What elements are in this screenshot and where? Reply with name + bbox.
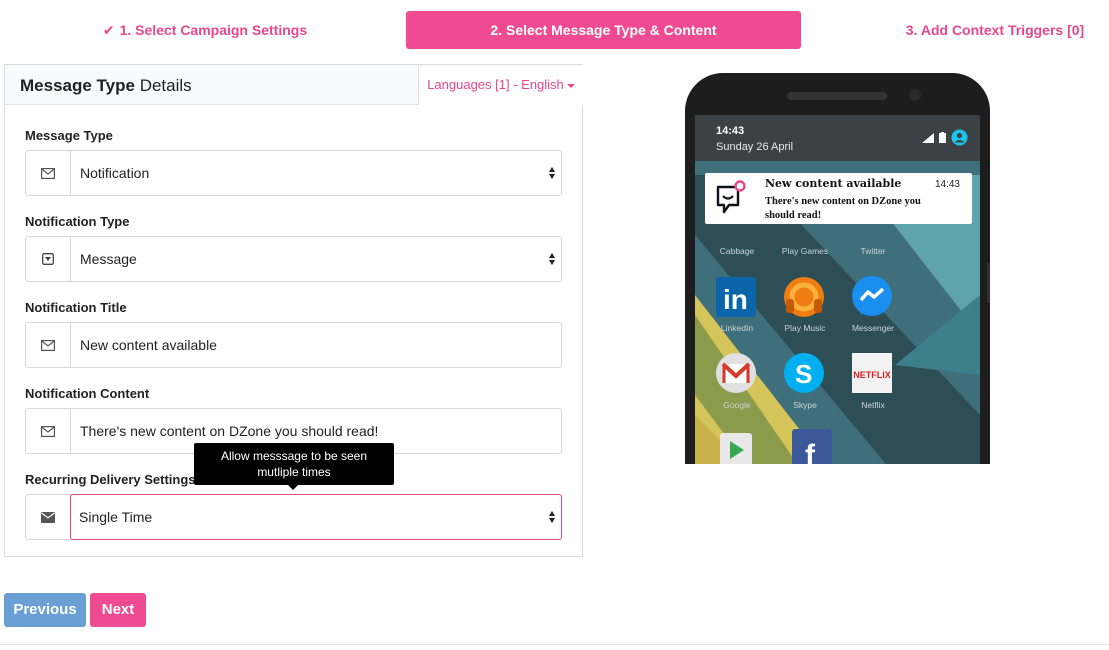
notification-type-select[interactable]: Message: [25, 236, 562, 282]
messenger-label: Messenger: [851, 323, 895, 333]
status-icons: [922, 129, 968, 146]
notification-title-input[interactable]: New content available: [25, 322, 562, 368]
facebook-icon[interactable]: f: [792, 429, 836, 464]
netflix-icon[interactable]: NETFLIX: [850, 351, 894, 395]
notification-type-value: Message: [80, 251, 137, 267]
envelope-icon: [26, 151, 71, 195]
notification-title: New content available: [765, 177, 902, 190]
envelope-filled-icon: [26, 495, 71, 539]
recurring-delivery-label: Recurring Delivery Settings: [25, 472, 196, 487]
play-store-icon[interactable]: [714, 425, 758, 464]
notification-body: There's new content on DZone you should …: [765, 196, 921, 221]
play-games-label: Play Games: [781, 246, 829, 256]
message-type-value: Notification: [80, 165, 150, 181]
message-type-select[interactable]: Notification: [25, 150, 562, 196]
svg-text:in: in: [723, 284, 748, 315]
phone-screen: Cabbage Play Games Twitter in LinkedIn P…: [695, 115, 980, 464]
panel-header: Message Type Details: [5, 65, 418, 105]
phone-side-button: [987, 263, 990, 303]
dropdown-box-icon: [26, 237, 71, 281]
phone-status-bar: 14:43 Sunday 26 April: [695, 115, 980, 161]
notification-title-value: New content available: [80, 337, 217, 353]
account-icon: [951, 129, 968, 146]
languages-label: Languages [1] - English: [427, 77, 564, 92]
select-arrows-icon: [549, 510, 556, 524]
phone-camera: [909, 89, 921, 101]
panel-title: Message Type Details: [20, 76, 192, 96]
select-arrows-icon: [549, 166, 556, 180]
phone-speaker: [787, 92, 887, 100]
step-2-label: 2. Select Message Type & Content: [490, 22, 717, 38]
message-type-label: Message Type: [25, 128, 113, 143]
next-button[interactable]: Next: [90, 593, 146, 627]
recurring-tooltip: Allow messsage to be seen mutliple times: [194, 443, 394, 490]
notification-type-label: Notification Type: [25, 214, 130, 229]
caret-down-icon: [566, 83, 575, 88]
cabbage-label: Cabbage: [719, 246, 755, 256]
step-add-context-triggers[interactable]: 3. Add Context Triggers [0]: [900, 11, 1090, 49]
google-label: Google: [723, 400, 751, 410]
wizard-steps: ✔ 1. Select Campaign Settings 2. Select M…: [0, 11, 1109, 49]
signal-icon: [922, 132, 934, 143]
skype-label: Skype: [793, 400, 817, 410]
skype-icon[interactable]: S: [782, 351, 826, 395]
twitter-label: Twitter: [860, 246, 886, 256]
step-select-campaign-settings[interactable]: ✔ 1. Select Campaign Settings: [100, 11, 310, 49]
tooltip-line-2: mutliple times: [257, 465, 331, 479]
notification-content-label: Notification Content: [25, 386, 150, 401]
recurring-delivery-select[interactable]: Single Time: [70, 494, 562, 540]
linkedin-icon[interactable]: in: [714, 275, 758, 319]
netflix-logo-text: NETFLIX: [853, 370, 891, 380]
status-date: Sunday 26 April: [716, 141, 794, 153]
check-icon: ✔: [102, 22, 115, 38]
dzone-chat-icon: [715, 179, 749, 222]
status-time: 14:43: [716, 125, 745, 137]
phone-preview: Cabbage Play Games Twitter in LinkedIn P…: [685, 73, 990, 464]
messenger-icon[interactable]: [850, 275, 894, 319]
envelope-icon: [26, 323, 71, 367]
netflix-label: Netflix: [861, 400, 885, 410]
bottom-divider: [0, 644, 1109, 645]
recurring-delivery-value: Single Time: [79, 509, 153, 525]
play-music-label: Play Music: [784, 323, 826, 333]
previous-button[interactable]: Previous: [4, 593, 86, 627]
play-music-icon[interactable]: [782, 275, 826, 319]
tooltip-line-1: Allow messsage to be seen: [220, 449, 368, 463]
phone-body: Cabbage Play Games Twitter in LinkedIn P…: [685, 73, 990, 464]
svg-text:S: S: [795, 359, 812, 389]
step-3-label: 3. Add Context Triggers [0]: [905, 22, 1085, 38]
notification-title-label: Notification Title: [25, 300, 127, 315]
panel-title-bold: Message Type: [20, 76, 135, 95]
svg-text:f: f: [805, 439, 816, 464]
step-1-label: 1. Select Campaign Settings: [119, 22, 308, 38]
envelope-icon: [26, 409, 71, 453]
linkedin-label: LinkedIn: [720, 323, 754, 333]
select-arrows-icon: [549, 252, 556, 266]
battery-icon: [939, 132, 946, 143]
panel-title-rest: Details: [134, 76, 192, 95]
step-select-message-type[interactable]: 2. Select Message Type & Content: [406, 11, 801, 49]
notification-time: 14:43: [934, 179, 960, 190]
gmail-icon[interactable]: [714, 351, 758, 395]
languages-dropdown[interactable]: Languages [1] - English: [418, 65, 583, 105]
notification-card[interactable]: New content available 14:43 There's new …: [705, 173, 972, 224]
